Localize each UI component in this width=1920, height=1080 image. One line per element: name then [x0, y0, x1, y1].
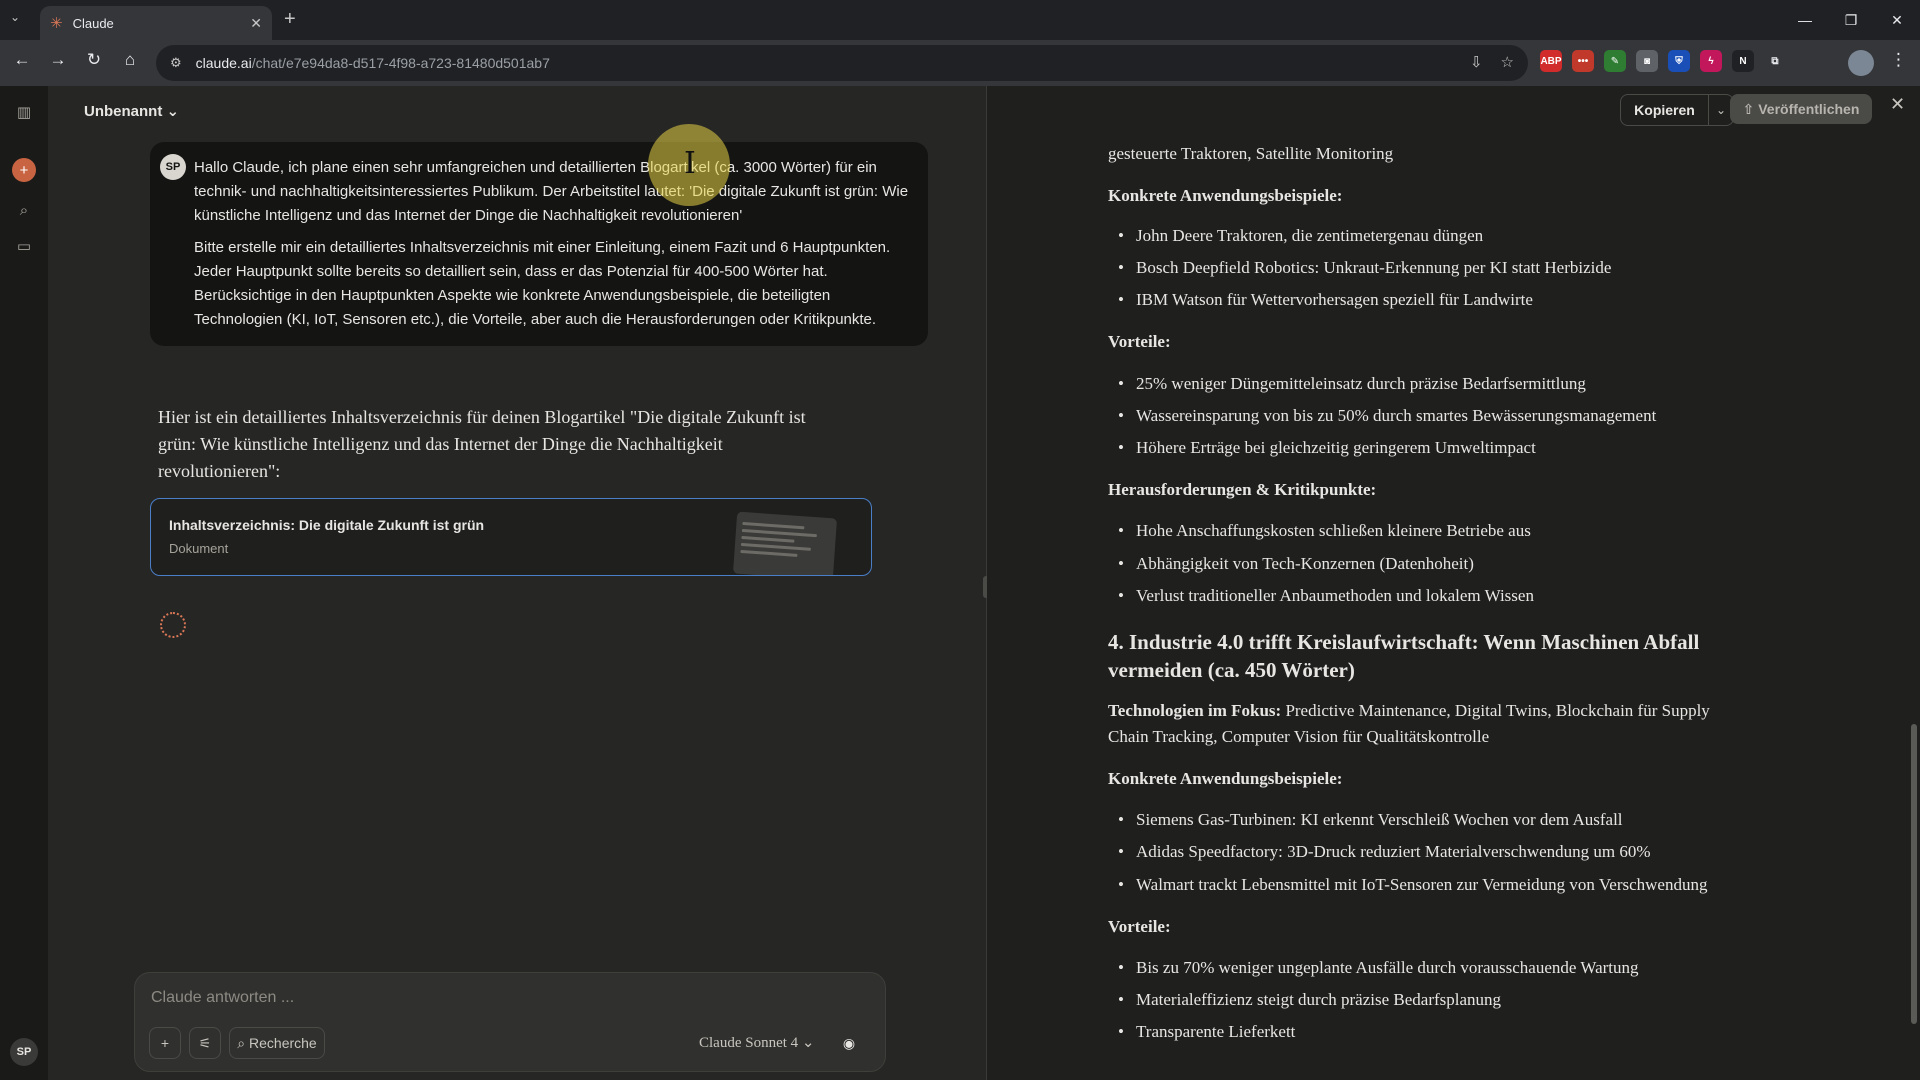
camera-extension-icon[interactable]: ◙ — [1636, 50, 1658, 72]
thumbnail-line — [742, 521, 805, 530]
doc-bullet: Adidas Speedfactory: 3D-Druck reduziert … — [1108, 840, 1651, 864]
user-message: SP Hallo Claude, ich plane einen sehr um… — [150, 142, 928, 346]
browser-tab-claude[interactable]: ✳ Claude ✕ — [40, 6, 272, 40]
browser-tabstrip: ⌄ ✳ Claude ✕ + — ❐ ✕ — [0, 0, 1920, 40]
home-icon[interactable]: ⌂ — [118, 50, 142, 70]
claude-app: ▥ + ⌕ ▭ SP Unbenannt ⌄ SP Hallo Claude, … — [0, 86, 1920, 1080]
left-rail: ▥ + ⌕ ▭ SP — [0, 86, 49, 1080]
doc-bullet: Materialeffizienz steigt durch präzise B… — [1108, 988, 1501, 1012]
chats-search-icon[interactable]: ⌕ — [12, 198, 36, 222]
doc-text: gesteuerte Traktoren, Satellite Monitori… — [1108, 144, 1394, 163]
tab-title: Claude — [72, 15, 114, 31]
window-close-icon[interactable]: ✕ — [1874, 0, 1920, 40]
projects-box-icon[interactable]: ▭ — [12, 234, 36, 258]
abp-extension-icon[interactable]: ABP — [1540, 50, 1562, 72]
research-button[interactable]: ⌕ Recherche — [229, 1027, 325, 1059]
scrollbar-thumb[interactable] — [1911, 724, 1917, 1024]
new-tab-plus-icon[interactable]: + — [284, 8, 296, 31]
message-composer: Claude antworten ... + ⚟ ⌕ Recherche Cla… — [134, 972, 886, 1072]
search-icon: ⌕ — [237, 1034, 246, 1051]
user-message-paragraph: Bitte erstelle mir ein detailliertes Inh… — [194, 239, 891, 328]
doc-bullet: IBM Watson für Wettervorhersagen speziel… — [1108, 288, 1533, 312]
artifact-scrollbar[interactable] — [1910, 136, 1918, 1080]
user-message-paragraph: Hallo Claude, ich plane einen sehr umfan… — [194, 159, 909, 224]
back-arrow-icon[interactable]: ← — [10, 50, 34, 70]
chat-pane: Unbenannt ⌄ SP Hallo Claude, ich plane e… — [48, 86, 986, 1080]
doc-subheading: Vorteile: — [1108, 917, 1171, 936]
pen-extension-icon[interactable]: ✎ — [1604, 50, 1626, 72]
artifact-type: Dokument — [169, 541, 229, 556]
doc-bullet: Abhängigkeit von Tech-Konzernen (Datenho… — [1108, 552, 1474, 576]
artifact-card[interactable]: Inhaltsverzeichnis: Die digitale Zukunft… — [150, 498, 872, 576]
doc-bullet: Höhere Erträge bei gleichzeitig geringer… — [1108, 436, 1536, 460]
artifact-title: Inhaltsverzeichnis: Die digitale Zukunft… — [169, 517, 485, 533]
doc-bullet: Walmart trackt Lebensmittel mit IoT-Sens… — [1108, 873, 1707, 897]
user-avatar: SP — [160, 154, 186, 180]
doc-subheading: Konkrete Anwendungsbeispiele: — [1108, 186, 1343, 205]
doc-bullet: Siemens Gas-Turbinen: KI erkennt Verschl… — [1108, 808, 1623, 832]
tab-close-icon[interactable]: ✕ — [250, 15, 262, 32]
restore-icon[interactable]: ❐ — [1828, 0, 1874, 40]
voice-mode-icon[interactable]: ◉ — [835, 1029, 863, 1057]
thumbnail-line — [741, 535, 795, 543]
extensions-area: ABP ••• ✎ ◙ ⛨ ϟ N ⧉ — [1540, 50, 1786, 72]
address-bar[interactable]: ⚙ claude.ai/chat/e7e94da8-d517-4f98-a723… — [156, 45, 1528, 81]
install-app-icon[interactable]: ⇩ — [1470, 53, 1483, 71]
doc-subheading: Vorteile: — [1108, 332, 1171, 351]
shield-extension-icon[interactable]: ⛨ — [1668, 50, 1690, 72]
doc-text: Technologien im Fokus: Predictive Mainte… — [1108, 701, 1710, 720]
notion-extension-icon[interactable]: N — [1732, 50, 1754, 72]
doc-section-heading: 4. Industrie 4.0 trifft Kreislaufwirtsch… — [1108, 630, 1700, 682]
thumbnail-line — [740, 549, 798, 557]
profile-avatar[interactable] — [1848, 50, 1874, 76]
doc-bullet: Hohe Anschaffungskosten schließen kleine… — [1108, 519, 1531, 543]
bookmark-star-icon[interactable]: ☆ — [1501, 53, 1514, 71]
chevron-down-icon: ⌄ — [801, 1035, 815, 1051]
doc-subheading: Konkrete Anwendungsbeispiele: — [1108, 769, 1343, 788]
chevron-down-icon: ⌄ — [166, 103, 180, 120]
browser-toolbar: ← → ↻ ⌂ ⚙ claude.ai/chat/e7e94da8-d517-4… — [0, 40, 1920, 86]
site-settings-icon[interactable]: ⚙ — [170, 55, 182, 71]
chat-title-dropdown[interactable]: Unbenannt ⌄ — [84, 102, 179, 120]
close-panel-icon[interactable]: ✕ — [1890, 94, 1905, 115]
doc-bullet: 25% weniger Düngemitteleinsatz durch prä… — [1108, 372, 1586, 396]
extensions-puzzle-icon[interactable]: ⧉ — [1764, 50, 1786, 72]
url-text: claude.ai/chat/e7e94da8-d517-4f98-a723-8… — [195, 55, 550, 71]
omnibox-actions: ⇩ ☆ — [1470, 53, 1514, 71]
model-selector[interactable]: Claude Sonnet 4 ⌄ — [699, 1033, 814, 1052]
claude-favicon-icon: ✳ — [50, 15, 63, 32]
window-controls: — ❐ ✕ — [1782, 0, 1920, 40]
doc-text: Chain Tracking, Computer Vision für Qual… — [1108, 727, 1490, 746]
minimize-icon[interactable]: — — [1782, 0, 1828, 40]
account-avatar[interactable]: SP — [10, 1038, 38, 1066]
artifact-thumbnail — [732, 511, 838, 575]
loading-spinner-icon — [160, 612, 186, 638]
doc-bullet: Wassereinsparung von bis zu 50% durch sm… — [1108, 404, 1656, 428]
dots-extension-icon[interactable]: ••• — [1572, 50, 1594, 72]
text-cursor-icon: I — [684, 146, 696, 181]
artifact-panel: Kopieren ⌄ ⇧ Veröffentlichen ✕ gesteuert… — [987, 86, 1920, 1080]
flash-extension-icon[interactable]: ϟ — [1700, 50, 1722, 72]
doc-bullet: Bis zu 70% weniger ungeplante Ausfälle d… — [1108, 956, 1639, 980]
assistant-message: Hier ist ein detailliertes Inhaltsverzei… — [158, 407, 806, 481]
browser-menu-icon[interactable]: ⋮ — [1890, 50, 1907, 70]
message-input[interactable]: Claude antworten ... — [151, 989, 294, 1007]
forward-arrow-icon[interactable]: → — [46, 50, 70, 70]
new-chat-button[interactable]: + — [12, 158, 36, 182]
reload-icon[interactable]: ↻ — [82, 50, 106, 70]
artifact-document: gesteuerte Traktoren, Satellite Monitori… — [1108, 86, 1788, 1080]
doc-bullet: Transparente Lieferkett — [1108, 1020, 1295, 1044]
doc-subheading: Herausforderungen & Kritikpunkte: — [1108, 480, 1377, 499]
doc-bullet: Bosch Deepfield Robotics: Unkraut-Erkenn… — [1108, 256, 1611, 280]
doc-bullet: Verlust traditioneller Anbaumethoden und… — [1108, 584, 1534, 608]
attach-plus-icon[interactable]: + — [149, 1027, 181, 1059]
tools-sliders-icon[interactable]: ⚟ — [189, 1027, 221, 1059]
thumbnail-line — [740, 542, 812, 551]
tab-list-chevron-icon[interactable]: ⌄ — [10, 10, 20, 24]
sidebar-toggle-icon[interactable]: ▥ — [12, 100, 36, 124]
doc-bullet: John Deere Traktoren, die zentimetergena… — [1108, 224, 1483, 248]
